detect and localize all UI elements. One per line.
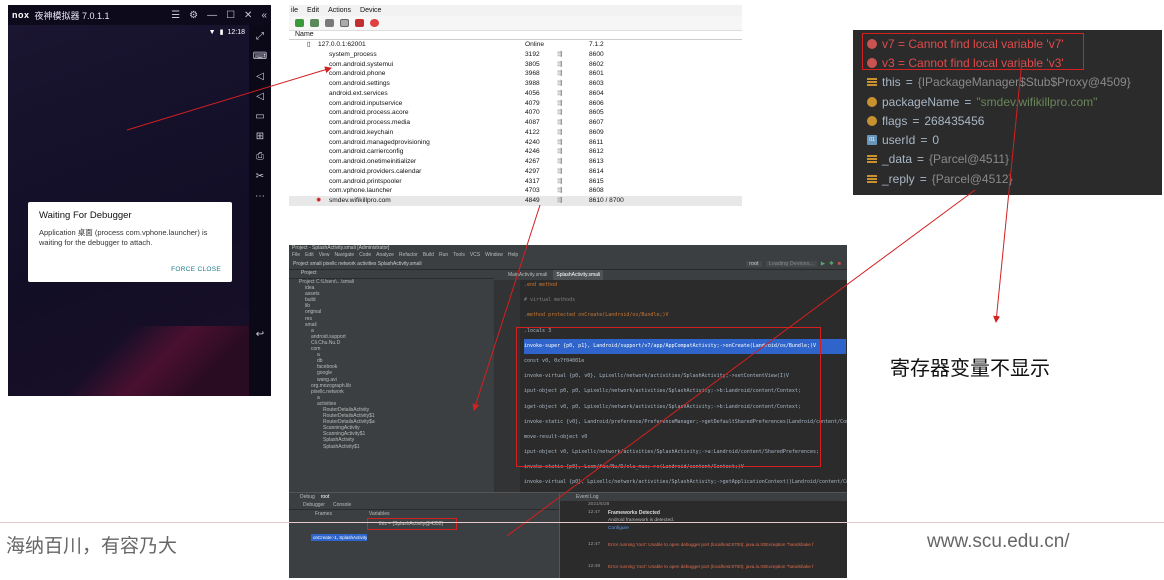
- arrow-vars-to-caption: [993, 59, 1023, 323]
- slide-caption: 寄存器变量不显示: [890, 358, 1050, 380]
- footer-divider: [0, 522, 1164, 523]
- footer-url: www.scu.edu.cn/: [927, 531, 1070, 552]
- arrow-ddms-to-code: [472, 204, 541, 411]
- annotation-arrows: [126, 59, 1023, 537]
- arrow-emulator-to-ddms: [126, 66, 332, 131]
- footer-motto: 海纳百川，有容乃大: [6, 536, 178, 557]
